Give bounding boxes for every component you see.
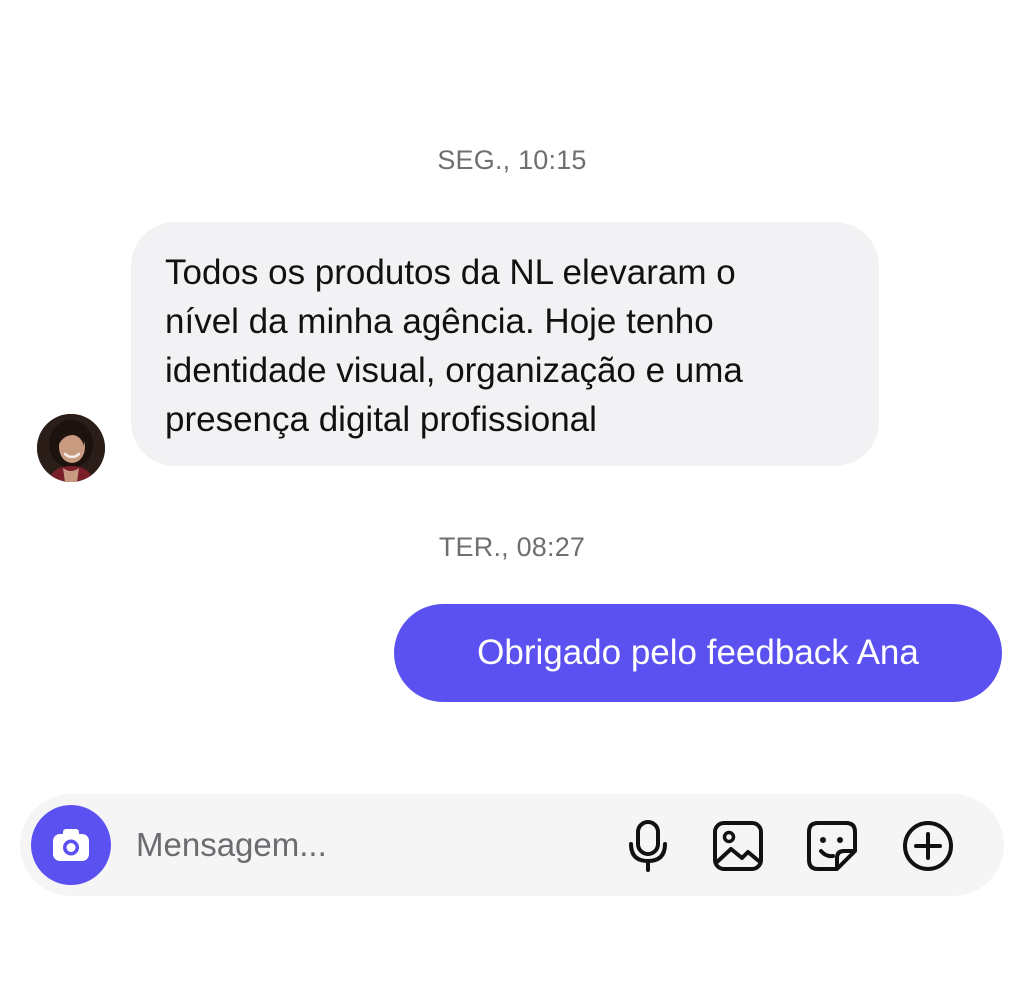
user-photo-icon [37, 414, 105, 482]
timestamp: TER., 08:27 [438, 532, 586, 562]
timestamp: SEG., 10:15 [437, 145, 587, 175]
image-icon [713, 821, 763, 871]
message-line: nível da minha agência. Hoje tenho [165, 302, 714, 341]
message-line: Todos os produtos da NL elevaram o [165, 253, 736, 292]
microphone-icon [629, 820, 667, 872]
message-line: presença digital profissional [165, 400, 597, 439]
gallery-button[interactable] [708, 816, 768, 876]
camera-button[interactable] [31, 805, 111, 885]
message-input[interactable] [136, 820, 516, 870]
camera-icon [53, 829, 89, 861]
sticker-icon [807, 821, 857, 871]
microphone-button[interactable] [618, 816, 678, 876]
incoming-message-bubble[interactable]: Todos os produtos da NL elevaram o nível… [131, 222, 879, 466]
sticker-button[interactable] [802, 816, 862, 876]
outgoing-message-bubble[interactable]: Obrigado pelo feedback Ana [394, 604, 1002, 702]
chat-screen: SEG., 10:15 Todos os produtos da NL elev… [0, 0, 1024, 1000]
plus-circle-icon [903, 821, 953, 871]
message-line: identidade visual, organização e uma [165, 351, 743, 390]
more-button[interactable] [898, 816, 958, 876]
message-composer [20, 794, 1004, 896]
avatar[interactable] [37, 414, 105, 482]
